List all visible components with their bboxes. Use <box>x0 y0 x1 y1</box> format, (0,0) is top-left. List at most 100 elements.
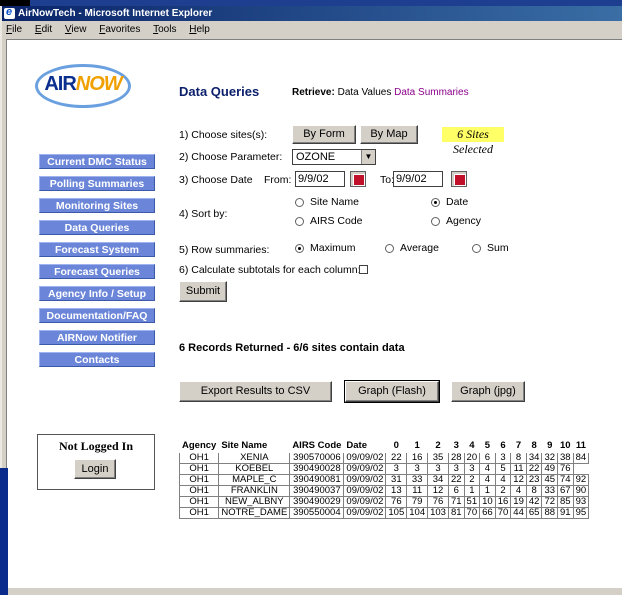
results-table: Agency Site Name AIRS Code Date 0 1 2 3 4 5 6 7 8 9 10… <box>178 438 590 519</box>
nav-polling-summaries[interactable]: Polling Summaries <box>39 176 155 191</box>
nav-forecast-system[interactable]: Forecast System <box>39 242 155 257</box>
nav-monitoring-sites[interactable]: Monitoring Sites <box>39 198 155 213</box>
nav-contacts[interactable]: Contacts <box>39 352 155 367</box>
nav-airnow-notifier[interactable]: AIRNow Notifier <box>39 330 155 345</box>
table-cell: 28 <box>447 452 465 464</box>
table-cell: 76 <box>427 496 449 508</box>
step5-label: 5) Row summaries: <box>179 244 270 256</box>
retrieve-options: Retrieve: Data Values Data Summaries <box>292 87 469 98</box>
table-cell: 1 <box>479 485 496 497</box>
table-cell: 390550004 <box>289 507 345 519</box>
table-cell: 44 <box>510 507 527 519</box>
sort-site-name-radio[interactable] <box>295 198 304 207</box>
window-title: AirNowTech - Microsoft Internet Explorer <box>18 8 213 19</box>
table-cell: 5 <box>494 463 512 475</box>
table-cell: 390490037 <box>289 485 345 497</box>
internet-explorer-icon <box>4 5 15 20</box>
menu-favorites[interactable]: Favorites <box>99 21 140 38</box>
sort-date-radio[interactable] <box>431 198 440 207</box>
sort-date-label: Date <box>446 196 469 208</box>
menu-tools[interactable]: Tools <box>153 21 176 38</box>
table-cell: 105 <box>385 507 408 519</box>
step4-label: 4) Sort by: <box>179 208 228 220</box>
by-form-button[interactable]: By Form <box>292 125 356 144</box>
nav-forecast-queries[interactable]: Forecast Queries <box>39 264 155 279</box>
graph-flash-button[interactable]: Graph (Flash) <box>344 380 440 403</box>
table-cell: XENIA <box>218 452 291 464</box>
table-cell: 22 <box>525 463 543 475</box>
table-cell: 34 <box>525 452 543 464</box>
retrieve-data-summaries-link[interactable]: Data Summaries <box>394 87 468 98</box>
column-header: Agency <box>178 438 220 453</box>
menu-bar: File Edit View Favorites Tools Help <box>2 21 622 38</box>
summary-average-radio[interactable] <box>385 244 394 253</box>
from-calendar-icon[interactable] <box>350 171 366 187</box>
retrieve-label: Retrieve: <box>292 87 335 98</box>
table-cell: 20 <box>463 452 481 464</box>
table-cell: 31 <box>385 474 408 486</box>
table-cell: FRANKLIN <box>218 485 291 497</box>
step2-label: 2) Choose Parameter: <box>179 151 283 163</box>
parameter-value: OZONE <box>296 151 336 163</box>
nav-agency-info-setup[interactable]: Agency Info / Setup <box>39 286 155 301</box>
table-cell: 4 <box>494 474 512 486</box>
table-cell: 09/09/02 <box>343 507 387 519</box>
menu-edit[interactable]: Edit <box>35 21 52 38</box>
retrieve-data-values[interactable]: Data Values <box>338 87 392 98</box>
table-cell: 51 <box>463 496 481 508</box>
export-csv-button[interactable]: Export Results to CSV <box>179 381 332 402</box>
menu-view[interactable]: View <box>65 21 87 38</box>
table-cell: 85 <box>557 496 574 508</box>
table-cell: 8 <box>525 485 543 497</box>
table-cell: 76 <box>385 496 408 508</box>
table-cell: 90 <box>572 485 590 497</box>
column-header: 6 <box>494 438 512 453</box>
sort-airs-code-radio[interactable] <box>295 217 304 226</box>
to-date-input[interactable]: 9/9/02 <box>393 171 443 187</box>
table-cell: 103 <box>427 507 449 519</box>
column-header: 1 <box>406 438 429 453</box>
airnow-logo[interactable]: AIRNOW <box>35 64 131 108</box>
table-cell: OH1 <box>178 474 220 486</box>
table-cell: 09/09/02 <box>343 452 387 464</box>
records-summary: 6 Records Returned - 6/6 sites contain d… <box>179 342 405 354</box>
by-map-button[interactable]: By Map <box>360 125 418 144</box>
table-cell: 33 <box>406 474 429 486</box>
from-date-input[interactable]: 9/9/02 <box>295 171 345 187</box>
column-header: 0 <box>385 438 408 453</box>
summary-maximum-radio[interactable] <box>295 244 304 253</box>
nav-documentation-faq[interactable]: Documentation/FAQ <box>39 308 155 323</box>
table-cell: 81 <box>447 507 465 519</box>
table-cell: OH1 <box>178 485 220 497</box>
table-cell: 09/09/02 <box>343 485 387 497</box>
menu-file[interactable]: File <box>6 21 22 38</box>
sites-selected-badge: 6 Sites Selected <box>442 127 504 156</box>
table-cell: 84 <box>572 452 590 464</box>
login-button[interactable]: Login <box>74 459 116 479</box>
column-header: 3 <box>447 438 465 453</box>
column-header: 2 <box>427 438 449 453</box>
nav-current-dmc-status[interactable]: Current DMC Status <box>39 154 155 169</box>
table-cell: 09/09/02 <box>343 474 387 486</box>
sort-agency-radio[interactable] <box>431 217 440 226</box>
menu-help[interactable]: Help <box>189 21 210 38</box>
table-cell: OH1 <box>178 452 220 464</box>
table-cell: 66 <box>479 507 496 519</box>
column-header: 5 <box>479 438 496 453</box>
graph-jpg-button[interactable]: Graph (jpg) <box>451 381 525 402</box>
nav-data-queries[interactable]: Data Queries <box>39 220 155 235</box>
table-cell: 91 <box>557 507 574 519</box>
table-cell: 74 <box>557 474 574 486</box>
table-cell: MAPLE_C <box>218 474 291 486</box>
table-cell: 67 <box>557 485 574 497</box>
submit-button[interactable]: Submit <box>179 281 227 302</box>
to-calendar-icon[interactable] <box>451 171 467 187</box>
subtotals-checkbox[interactable] <box>359 265 368 274</box>
table-cell: 38 <box>557 452 574 464</box>
summary-sum-radio[interactable] <box>472 244 481 253</box>
table-row: OH1 NEW_ALBNY 390490029 09/09/02 76 79 76 71 51 1… <box>178 496 590 508</box>
table-cell: 88 <box>541 507 559 519</box>
page-content: AIRNOW Current DMC Status Polling Summar… <box>6 39 622 587</box>
parameter-select[interactable]: OZONE ▼ <box>292 149 376 165</box>
dropdown-arrow-icon[interactable]: ▼ <box>361 150 375 164</box>
